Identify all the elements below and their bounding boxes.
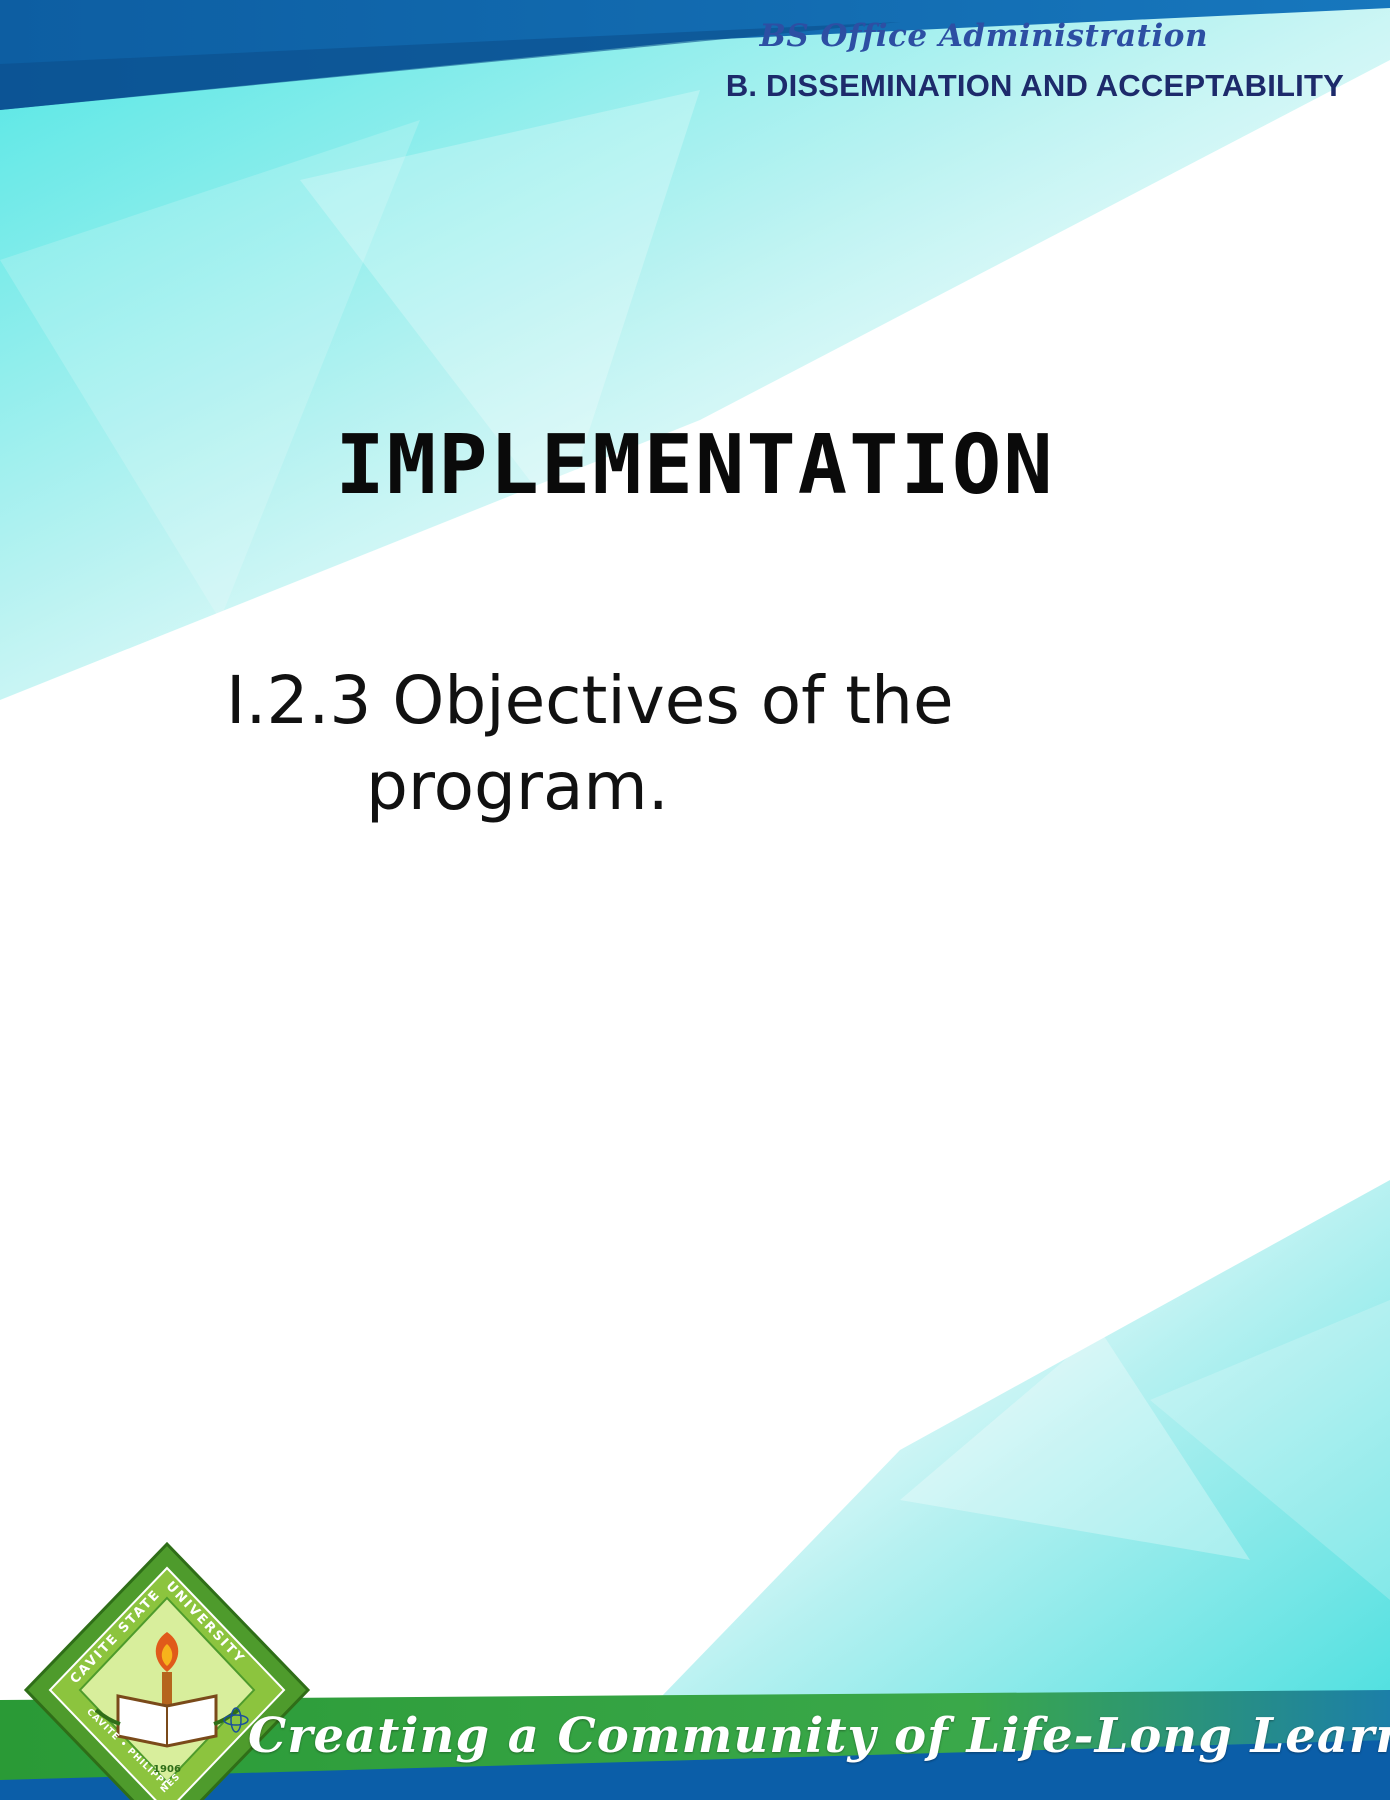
background-decoration bbox=[0, 0, 1390, 1800]
program-name: BS Office Administration bbox=[759, 18, 1208, 54]
objective-heading: I.2.3 Objectives of the program. bbox=[226, 658, 1126, 830]
seal-year: 1906 bbox=[153, 1764, 181, 1775]
footer-motto: Creating a Community of Life-Long Learne… bbox=[248, 1708, 1390, 1764]
section-title: B. DISSEMINATION AND ACCEPTABILITY bbox=[725, 68, 1344, 103]
page-title: IMPLEMENTATION bbox=[335, 418, 1055, 513]
document-page: BS Office Administration B. DISSEMINATIO… bbox=[0, 0, 1390, 1800]
objective-line-2: program. bbox=[366, 748, 669, 825]
objective-line-1: I.2.3 Objectives of the bbox=[226, 662, 954, 739]
